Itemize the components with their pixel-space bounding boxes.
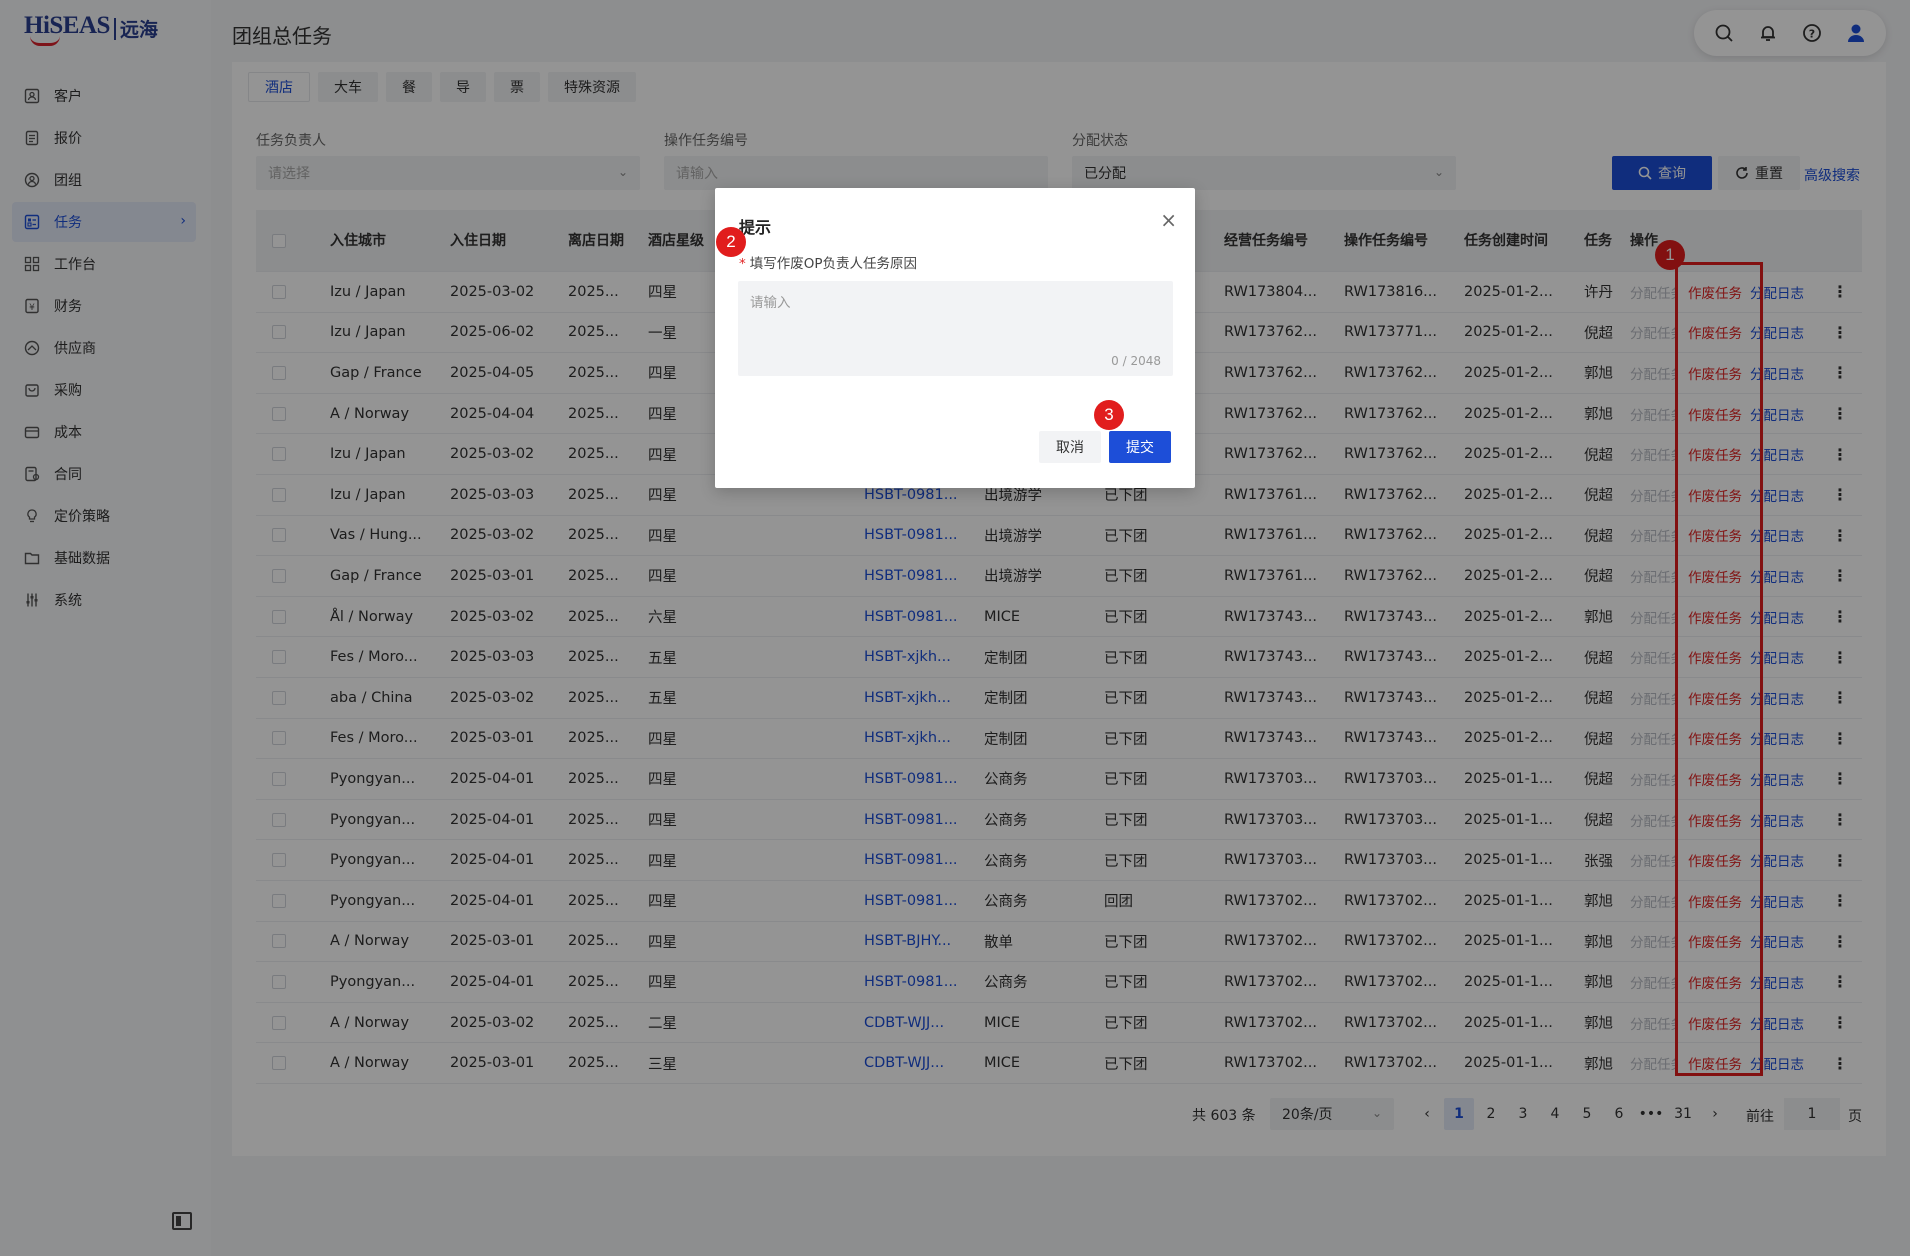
reason-textarea[interactable]: 请输入 0 / 2048 <box>738 281 1173 376</box>
annotation-badge-3: 3 <box>1094 400 1124 430</box>
char-counter: 0 / 2048 <box>1111 354 1161 368</box>
close-icon[interactable]: × <box>1160 208 1177 232</box>
reason-field-label: * 填写作废OP负责人任务原因 <box>739 252 917 272</box>
annotation-badge-2: 2 <box>716 227 746 257</box>
required-mark: * <box>739 256 746 272</box>
void-reason-dialog: 提示 × * 填写作废OP负责人任务原因 请输入 0 / 2048 取消 提交 <box>715 188 1195 488</box>
reason-field-label-text: 填写作废OP负责人任务原因 <box>749 256 918 272</box>
submit-button[interactable]: 提交 <box>1109 431 1171 463</box>
cancel-button[interactable]: 取消 <box>1039 431 1101 463</box>
reason-placeholder: 请输入 <box>750 295 791 311</box>
